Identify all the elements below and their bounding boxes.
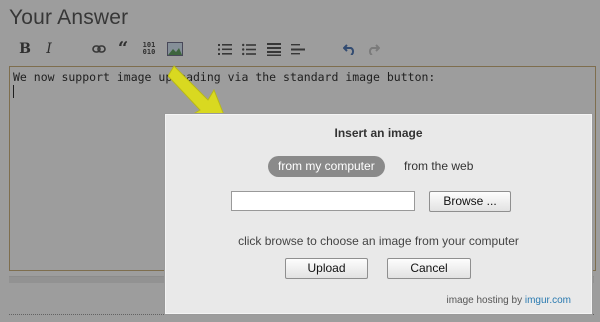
tab-from-the-web[interactable]: from the web	[404, 156, 473, 177]
hosting-credit-prefix: image hosting by	[446, 295, 525, 306]
tab-from-my-computer[interactable]: from my computer	[268, 156, 385, 177]
file-path-input[interactable]	[231, 191, 415, 211]
upload-button[interactable]: Upload	[285, 258, 368, 279]
upload-hint: click browse to choose an image from you…	[238, 234, 519, 248]
dialog-title: Insert an image	[334, 126, 423, 140]
insert-image-dialog: Insert an image from my computer from th…	[165, 114, 592, 314]
browse-button[interactable]: Browse ...	[429, 191, 511, 212]
imgur-link[interactable]: imgur.com	[525, 295, 571, 306]
hosting-credit: image hosting by imgur.com	[446, 295, 571, 306]
cancel-button[interactable]: Cancel	[387, 258, 471, 279]
